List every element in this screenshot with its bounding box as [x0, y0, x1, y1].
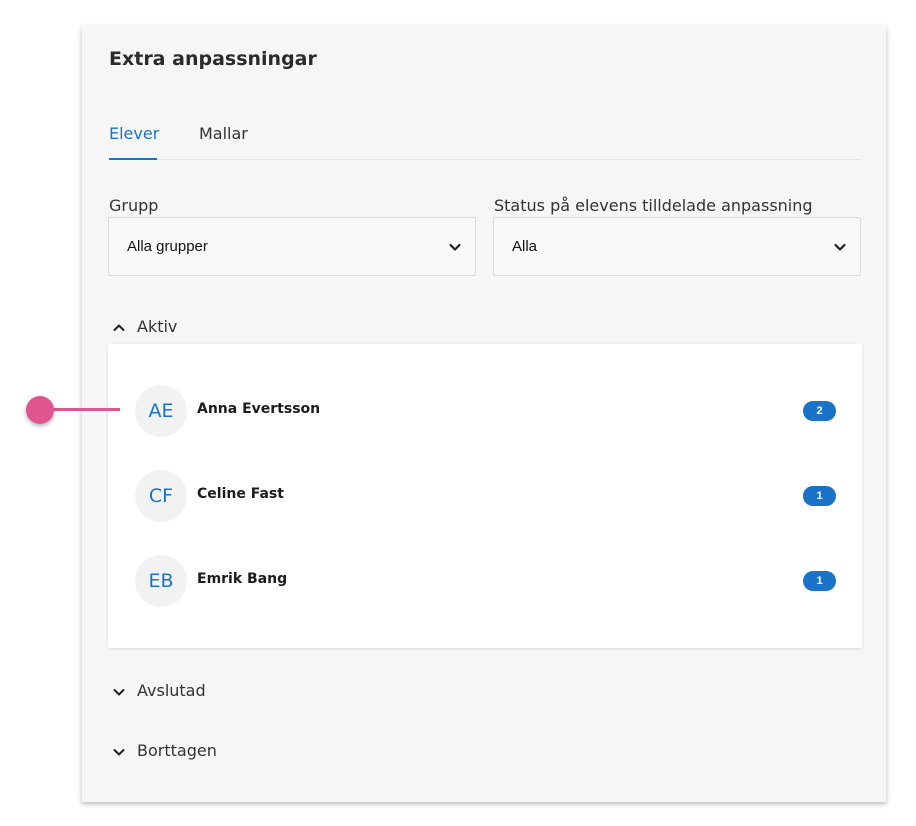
extra-adjustments-panel: Extra anpassningar Elever Mallar Grupp A… [82, 26, 886, 802]
group-select-value: Alla grupper [127, 238, 208, 255]
avatar: CF [135, 470, 187, 522]
student-row[interactable]: AE Anna Evertsson 2 [108, 381, 862, 441]
tab-bar: Elever Mallar [109, 124, 860, 160]
section-label-aktiv: Aktiv [137, 317, 178, 336]
status-filter-label: Status på elevens tilldelade anpassning [494, 196, 813, 215]
callout-marker-dot [26, 396, 54, 424]
student-row[interactable]: CF Celine Fast 1 [108, 466, 862, 526]
count-badge: 2 [803, 401, 836, 421]
callout-pointer-line [52, 408, 120, 411]
tab-mallar[interactable]: Mallar [199, 124, 259, 160]
group-select[interactable]: Alla grupper [108, 217, 476, 276]
status-select-value: Alla [512, 238, 538, 255]
chevron-down-icon [113, 689, 125, 696]
section-label-borttagen: Borttagen [137, 741, 217, 760]
chevron-up-icon [113, 324, 125, 331]
tab-elever[interactable]: Elever [109, 124, 159, 160]
status-select[interactable]: Alla [493, 217, 861, 276]
student-name: Celine Fast [197, 486, 284, 502]
chevron-down-icon [449, 243, 461, 251]
chevron-down-icon [834, 243, 846, 251]
group-filter-label: Grupp [109, 196, 159, 215]
count-badge: 1 [803, 486, 836, 506]
active-student-list: AE Anna Evertsson 2 CF Celine Fast 1 EB … [108, 344, 862, 648]
avatar: EB [135, 555, 187, 607]
student-row[interactable]: EB Emrik Bang 1 [108, 551, 862, 611]
section-label-avslutad: Avslutad [137, 681, 206, 700]
count-badge: 1 [803, 571, 836, 591]
chevron-down-icon [113, 749, 125, 756]
panel-title: Extra anpassningar [109, 48, 317, 70]
student-name: Anna Evertsson [197, 401, 321, 417]
student-name: Emrik Bang [197, 571, 288, 587]
avatar: AE [135, 385, 187, 437]
